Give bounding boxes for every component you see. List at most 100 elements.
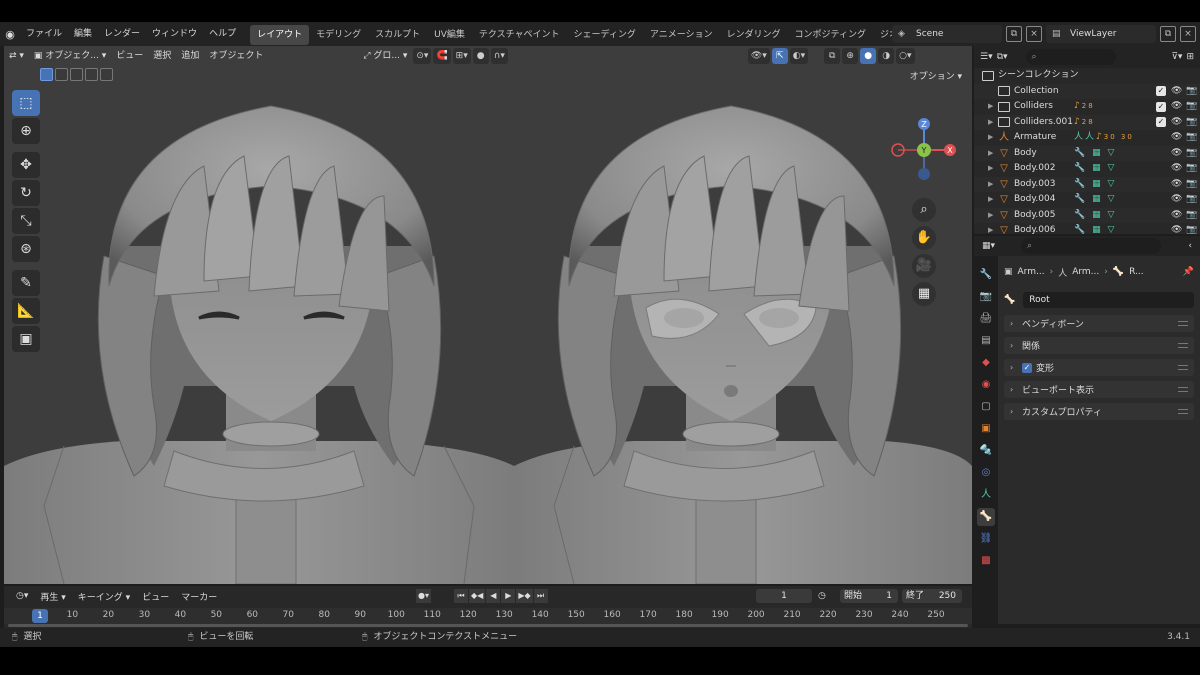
collection-tab-icon[interactable]: ▢ <box>977 398 995 416</box>
physics-tab-icon[interactable]: ◎ <box>977 464 995 482</box>
delete-view-layer-icon[interactable]: × <box>1180 26 1196 42</box>
grip-icon[interactable] <box>1178 387 1188 392</box>
menu-timeline-view[interactable]: ビュー <box>136 590 175 603</box>
new-view-layer-icon[interactable]: ⧉ <box>1160 26 1176 42</box>
data-icons[interactable]: 🔧 ▦ ▽ <box>1074 223 1116 234</box>
filter-icon[interactable]: ⊽▾ <box>1171 52 1182 62</box>
menu-window[interactable]: ウィンドウ <box>146 22 203 46</box>
scene-tab-icon[interactable]: ◆ <box>977 354 995 372</box>
camera-icon[interactable]: 📷 <box>1186 130 1197 146</box>
camera-icon[interactable]: 📷 <box>1186 223 1197 234</box>
menu-marker[interactable]: マーカー <box>175 590 223 603</box>
next-keyframe-icon[interactable]: ▶◆ <box>516 589 533 603</box>
scene-collection-row[interactable]: シーンコレクション <box>974 68 1200 84</box>
panel-relations[interactable]: › 関係 <box>1004 337 1194 354</box>
preview-range-icon[interactable]: ◷ <box>818 589 826 603</box>
panel-viewport-display[interactable]: › ビューポート表示 <box>1004 381 1194 398</box>
proportional-edit-icon[interactable]: ● <box>472 48 489 64</box>
deform-checkbox[interactable]: ✓ <box>1022 362 1032 373</box>
select-new-icon[interactable] <box>40 68 53 81</box>
eye-icon[interactable]: 👁 <box>1171 146 1182 162</box>
new-scene-icon[interactable]: ⧉ <box>1006 26 1022 42</box>
tab-shading[interactable]: シェーディング <box>567 25 643 45</box>
jump-end-icon[interactable]: ⏭ <box>533 589 548 603</box>
properties-search-input[interactable]: ⌕ <box>1021 238 1162 254</box>
object-tab-icon[interactable]: ▣ <box>977 420 995 438</box>
data-icons[interactable]: 🔧 ▦ ▽ <box>1074 192 1116 208</box>
data-icons[interactable]: 🔧 ▦ ▽ <box>1074 161 1116 177</box>
transform-tool-icon[interactable]: ⊛ <box>12 236 40 262</box>
orientation-selector[interactable]: ⤢ グロ... ▾ <box>358 47 412 65</box>
zoom-icon[interactable]: ⌕ <box>912 198 936 222</box>
exclude-checkbox[interactable]: ✓ <box>1156 117 1166 128</box>
camera-icon[interactable]: 📷 <box>1186 84 1197 100</box>
outliner-row[interactable]: ▶ 人 Armature 人人♪30 30 👁 📷 <box>974 130 1200 146</box>
measure-tool-icon[interactable]: 📐 <box>12 298 40 324</box>
menu-add[interactable]: 追加 <box>176 47 204 65</box>
expand-arrow-icon[interactable]: ▶ <box>988 130 998 146</box>
grip-icon[interactable] <box>1178 343 1188 348</box>
visibility-icon[interactable]: 👁▾ <box>747 48 770 64</box>
expand-arrow-icon[interactable]: ▶ <box>988 177 998 193</box>
annotate-tool-icon[interactable]: ✎ <box>12 270 40 296</box>
world-tab-icon[interactable]: ◉ <box>977 376 995 394</box>
outliner-editor-icon[interactable]: ☰▾ <box>980 52 993 62</box>
outliner-row[interactable]: ▶ ▽ Body 🔧 ▦ ▽ 👁 📷 <box>974 145 1200 162</box>
data-icons[interactable]: 🔧 ▦ ▽ <box>1074 208 1116 224</box>
tool-tab-icon[interactable]: 🔧 <box>977 266 995 284</box>
record-icon[interactable]: ●▾ <box>416 589 431 603</box>
eye-icon[interactable]: 👁 <box>1171 177 1182 193</box>
expand-arrow-icon[interactable]: ▶ <box>988 161 998 177</box>
solid-shading-icon[interactable]: ● <box>860 48 877 64</box>
select-intersect-icon[interactable] <box>100 68 113 81</box>
camera-view-icon[interactable]: 🎥 <box>912 254 936 278</box>
outliner-row[interactable]: ▶ ▽ Body.003 🔧 ▦ ▽ 👁 📷 <box>974 176 1200 193</box>
output-tab-icon[interactable]: 🖨 <box>977 310 995 328</box>
frame-ruler[interactable]: 1 10 20 30 40 50 60 70 80 90 100 110 120 130 140 150 16… <box>4 608 972 624</box>
outliner-row[interactable]: ▶ ▽ Body.006 🔧 ▦ ▽ 👁 📷 <box>974 223 1200 234</box>
outliner-row[interactable]: Collection ✓ 👁 📷 <box>974 83 1200 100</box>
panel-custom-properties[interactable]: › カスタムプロパティ <box>1004 403 1194 420</box>
exclude-checkbox[interactable]: ✓ <box>1156 86 1166 97</box>
grip-icon[interactable] <box>1178 409 1188 414</box>
view-layer-tab-icon[interactable]: ▤ <box>977 332 995 350</box>
material-shading-icon[interactable]: ◑ <box>878 48 895 64</box>
perspective-toggle-icon[interactable]: ▦ <box>912 282 936 306</box>
camera-icon[interactable]: 📷 <box>1186 146 1197 162</box>
mode-selector[interactable]: ▣ オブジェク... ▾ <box>29 47 111 65</box>
wireframe-shading-icon[interactable]: ⊕ <box>842 48 859 64</box>
end-frame-field[interactable]: 終了 250 <box>902 589 962 603</box>
editor-type-icon[interactable]: ⇄ ▾ <box>4 47 29 65</box>
grip-icon[interactable] <box>1178 365 1188 370</box>
outliner-search-input[interactable]: ⌕ <box>1025 49 1116 65</box>
scene-selector[interactable]: ◈ Scene <box>892 25 1002 43</box>
eye-icon[interactable]: 👁 <box>1171 208 1182 224</box>
expand-arrow-icon[interactable]: ▶ <box>988 223 998 234</box>
tab-compositing[interactable]: コンポジティング <box>788 25 873 45</box>
start-frame-field[interactable]: 開始 1 <box>840 589 898 603</box>
bone-tab-icon[interactable]: 🦴 <box>977 508 995 526</box>
panel-deform[interactable]: › ✓ 変形 <box>1004 359 1194 376</box>
rendered-shading-icon[interactable]: ○▾ <box>896 48 915 64</box>
cursor-tool-icon[interactable]: ⊕ <box>12 118 40 144</box>
tab-layout[interactable]: レイアウト <box>250 25 310 45</box>
menu-select[interactable]: 選択 <box>148 47 176 65</box>
texture-tab-icon[interactable]: ▩ <box>977 552 995 570</box>
timeline-scrollbar[interactable] <box>8 624 968 627</box>
move-tool-icon[interactable]: ✥ <box>12 152 40 178</box>
data-icons[interactable]: 人人♪30 30 <box>1074 130 1134 146</box>
add-cube-tool-icon[interactable]: ▣ <box>12 326 40 352</box>
view-layer-selector[interactable]: ▤ ViewLayer <box>1046 25 1156 43</box>
eye-icon[interactable]: 👁 <box>1171 223 1182 234</box>
options-dropdown[interactable]: オプション ▾ <box>906 68 966 86</box>
data-icons[interactable]: ♪28 <box>1074 99 1095 115</box>
eye-icon[interactable]: 👁 <box>1171 130 1182 146</box>
play-icon[interactable]: ▶ <box>501 589 516 603</box>
menu-view[interactable]: ビュー <box>111 47 148 65</box>
data-icons[interactable]: ♪28 <box>1074 115 1095 131</box>
tab-rendering[interactable]: レンダリング <box>720 25 788 45</box>
new-collection-icon[interactable]: ⊞ <box>1186 52 1194 62</box>
grip-icon[interactable] <box>1178 321 1188 326</box>
data-icons[interactable]: 🔧 ▦ ▽ <box>1074 146 1116 162</box>
properties-editor-icon[interactable]: ▦▾ <box>982 241 995 251</box>
